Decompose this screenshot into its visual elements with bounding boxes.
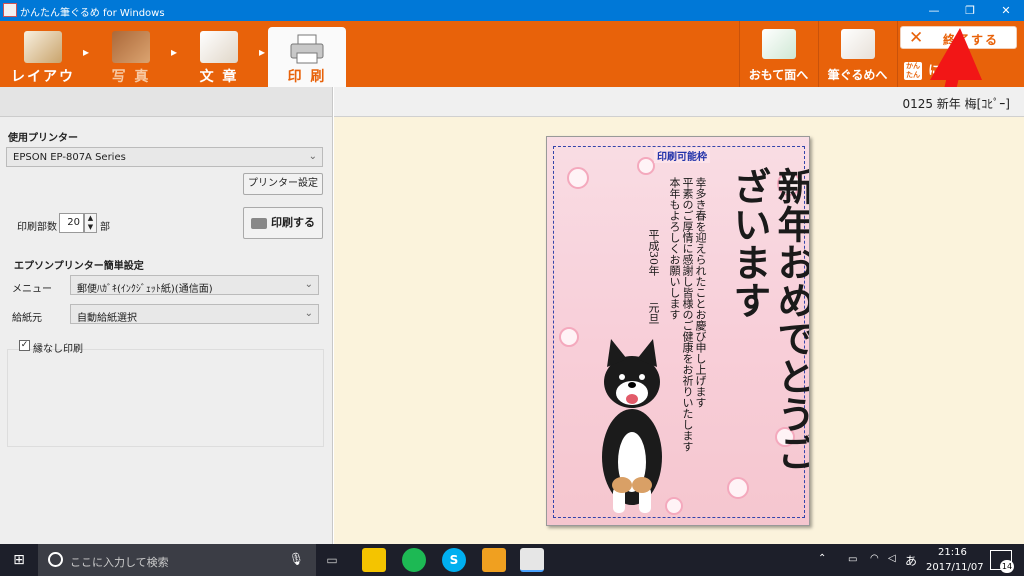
brush-icon bbox=[200, 31, 238, 63]
windows-taskbar: ⊞ ここに入力して検索 🎙 ▭ S ⌃ ▭ ◠ ◁ あ 21:16 2017/1… bbox=[0, 544, 1024, 576]
preview-header: 0125 新年 梅[ｺﾋﾟｰ] bbox=[334, 87, 1024, 117]
printer-icon bbox=[288, 33, 326, 65]
template-name: 0125 新年 梅[ｺﾋﾟｰ] bbox=[902, 97, 1010, 111]
brush-pen-icon bbox=[841, 29, 875, 59]
search-icon bbox=[48, 552, 63, 567]
chevron-right-icon: ▸ bbox=[171, 45, 178, 59]
fudegurume-app-icon[interactable] bbox=[362, 548, 386, 572]
restore-button[interactable]: ❐ bbox=[952, 0, 988, 21]
printer-icon bbox=[251, 217, 267, 229]
microphone-icon[interactable]: 🎙 bbox=[289, 552, 304, 566]
app-icon bbox=[3, 3, 17, 17]
omote-button[interactable]: おもて面へ bbox=[739, 21, 817, 87]
omote-label: おもて面へ bbox=[748, 68, 809, 82]
clock-date[interactable]: 2017/11/07 bbox=[926, 562, 984, 573]
card-message-3: 本年もよろしくお願いします bbox=[668, 177, 681, 320]
main-toolbar: レイアウト ▸ 写 真 ▸ 文 章 ▸ 印 刷 おもて面へ 筆ぐるめへ ✕ 終了… bbox=[0, 21, 1024, 105]
print-settings-panel: 使用プリンター EPSON EP-807A Series ⌄ プリンター設定 印… bbox=[0, 87, 333, 544]
tab-print-label: 印 刷 bbox=[287, 69, 327, 85]
copies-input[interactable]: 20 bbox=[59, 213, 84, 233]
feed-select[interactable]: 自動給紙選択 ⌄ bbox=[70, 304, 319, 324]
tab-photo-label: 写 真 bbox=[111, 69, 151, 85]
menu-label: メニュー bbox=[12, 284, 52, 295]
menu-select[interactable]: 郵便ﾊｶﾞｷ(ｲﾝｸｼﾞｪｯﾄ紙)(通信面) ⌄ bbox=[70, 275, 319, 295]
postcard-front-icon bbox=[762, 29, 796, 59]
notification-count: 14 bbox=[1000, 560, 1014, 573]
search-placeholder: ここに入力して検索 bbox=[70, 556, 169, 569]
panel-header bbox=[0, 87, 332, 117]
divider bbox=[897, 21, 898, 87]
active-app-icon[interactable] bbox=[520, 548, 544, 572]
shiba-dog-illustration bbox=[602, 339, 662, 513]
chevron-down-icon: ⌄ bbox=[304, 279, 313, 290]
tab-layout[interactable]: レイアウト bbox=[4, 21, 82, 105]
tab-text-label: 文 章 bbox=[199, 69, 239, 85]
minimize-button[interactable]: — bbox=[916, 0, 952, 21]
copies-unit: 部 bbox=[100, 222, 110, 233]
feed-label: 給紙元 bbox=[12, 313, 42, 324]
task-view-icon[interactable]: ▭ bbox=[320, 548, 344, 572]
printer-label: 使用プリンター bbox=[8, 133, 78, 144]
card-date-year: 平成30年 bbox=[647, 229, 660, 276]
chevron-up-icon[interactable]: ⌃ bbox=[818, 553, 826, 564]
print-button-label: 印刷する bbox=[271, 216, 315, 229]
printer-settings-button[interactable]: プリンター設定 bbox=[243, 173, 323, 195]
app-icon[interactable] bbox=[482, 548, 506, 572]
tab-photo[interactable]: 写 真 bbox=[92, 21, 170, 87]
clock-time[interactable]: 21:16 bbox=[938, 547, 967, 558]
tab-text[interactable]: 文 章 bbox=[180, 21, 258, 87]
fudegurume-label: 筆ぐるめへ bbox=[827, 68, 888, 82]
epson-settings-group bbox=[7, 349, 324, 447]
tab-print[interactable]: 印 刷 bbox=[268, 27, 346, 87]
print-button[interactable]: 印刷する bbox=[243, 207, 323, 239]
taskbar-search[interactable]: ここに入力して検索 🎙 bbox=[38, 544, 316, 576]
card-date-day: 元旦 bbox=[647, 302, 660, 324]
copies-stepper[interactable]: ▲ ▼ bbox=[84, 213, 97, 233]
photo-icon bbox=[112, 31, 150, 63]
borderless-checkbox[interactable]: ✓ bbox=[19, 340, 30, 351]
chevron-down-icon: ⌄ bbox=[308, 151, 317, 162]
copies-label: 印刷部数 bbox=[17, 222, 57, 233]
card-greeting: 新年おめでとうございます bbox=[727, 167, 810, 471]
printer-value: EPSON EP-807A Series bbox=[13, 152, 126, 163]
battery-icon[interactable]: ▭ bbox=[848, 554, 857, 565]
window-title: かんたん筆ぐるめ for Windows bbox=[20, 8, 165, 19]
fudegurume-button[interactable]: 筆ぐるめへ bbox=[818, 21, 896, 87]
ime-indicator[interactable]: あ bbox=[905, 552, 917, 569]
card-message-2: 平素のご厚情に感謝し皆様のご健康をお祈りいたします bbox=[681, 177, 694, 452]
chevron-right-icon: ▸ bbox=[83, 45, 90, 59]
title-bar: かんたん筆ぐるめ for Windows — ❐ ✕ bbox=[0, 0, 1024, 21]
chevron-down-icon: ⌄ bbox=[304, 308, 313, 319]
windows-logo-icon[interactable]: ⊞ bbox=[0, 544, 38, 576]
volume-icon[interactable]: ◁ bbox=[888, 553, 896, 564]
chevron-right-icon: ▸ bbox=[259, 45, 266, 59]
spotify-icon[interactable] bbox=[402, 548, 426, 572]
menu-value: 郵便ﾊｶﾞｷ(ｲﾝｸｼﾞｪｯﾄ紙)(通信面) bbox=[77, 284, 213, 295]
postcard-preview: 印刷可能枠 新年おめでとうございます 幸多き春を迎えられたことお慶び申し上げます… bbox=[546, 136, 810, 526]
feed-value: 自動給紙選択 bbox=[77, 313, 137, 324]
layout-icon bbox=[24, 31, 62, 63]
borderless-label: 縁なし印刷 bbox=[33, 344, 83, 355]
wifi-icon[interactable]: ◠ bbox=[870, 553, 879, 564]
epson-group-label: エプソンプリンター簡単設定 bbox=[14, 261, 144, 272]
close-button[interactable]: ✕ bbox=[988, 0, 1024, 21]
printable-area-label: 印刷可能枠 bbox=[654, 148, 710, 163]
skype-icon[interactable]: S bbox=[442, 548, 466, 572]
printer-select[interactable]: EPSON EP-807A Series ⌄ bbox=[6, 147, 323, 167]
card-message-1: 幸多き春を迎えられたことお慶び申し上げます bbox=[694, 177, 707, 408]
